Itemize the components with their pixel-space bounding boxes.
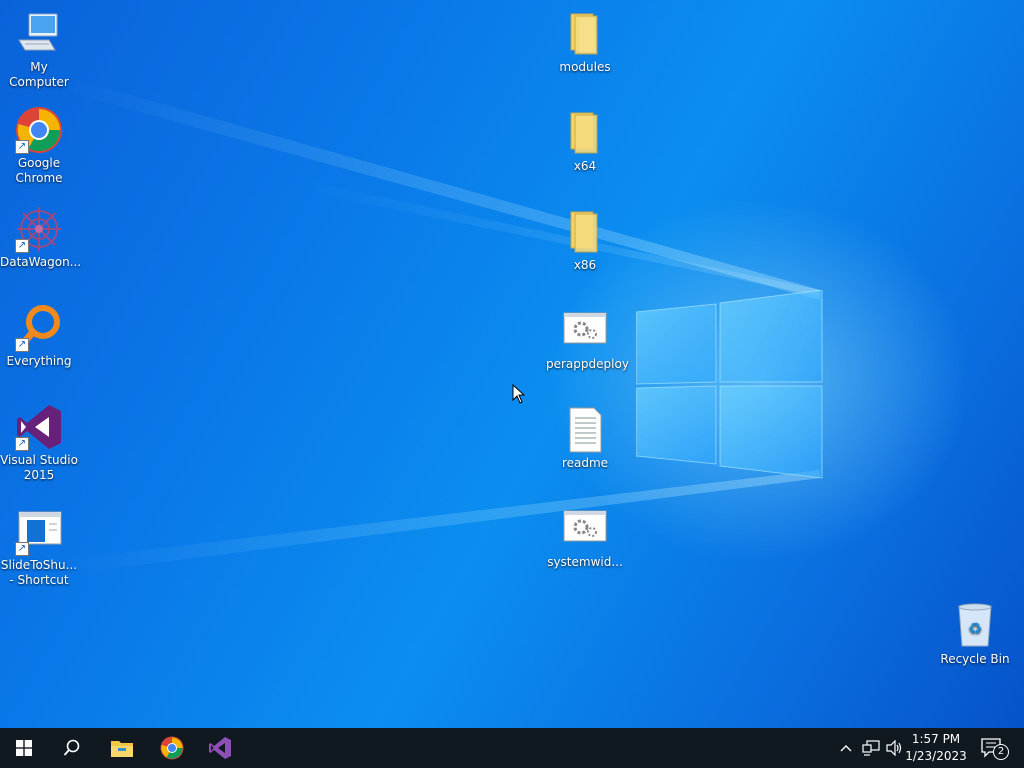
settings-file-icon [561,505,609,553]
recycle-bin-icon: ♻ [951,602,999,650]
desktop-icon-datawagon[interactable]: ↗ DataWagon... [0,205,82,270]
shortcut-arrow-icon: ↗ [15,338,29,352]
desktop-icon-label: SlideToShu... - Shortcut [0,558,78,587]
taskbar-file-explorer[interactable] [98,728,146,768]
visual-studio-icon [209,737,231,759]
network-icon [862,740,880,756]
shortcut-arrow-icon: ↗ [15,239,29,253]
desktop-icon-my-computer[interactable]: My Computer [0,10,78,90]
windows-start-icon [16,740,32,756]
svg-text:♻: ♻ [968,619,982,638]
desktop-icon-visual-studio-2015[interactable]: ↗ Visual Studio 2015 [0,403,78,483]
taskbar: 1:57 PM 1/23/2023 2 [0,728,1024,768]
notification-count-badge: 2 [993,744,1009,760]
file-explorer-icon [111,741,133,757]
settings-file-icon [561,307,609,355]
desktop-icon-label: x86 [573,258,597,272]
desktop-icon-label: Everything [6,354,72,368]
text-file-icon [561,406,609,454]
shortcut-arrow-icon: ↗ [15,140,29,154]
speaker-icon [886,740,902,756]
desktop-icon-systemwide[interactable]: systemwid... [546,505,624,570]
desktop-icon-label: x64 [573,159,597,173]
desktop-icon-x64-folder[interactable]: x64 [546,109,624,174]
desktop-icon-slidetoshutdown[interactable]: ↗ SlideToShu... - Shortcut [0,508,78,588]
desktop-icon-label: modules [559,60,611,74]
clock-time: 1:57 PM [911,732,961,746]
desktop-icon-label: Visual Studio 2015 [0,453,78,482]
windows-logo-wallpaper [636,290,823,479]
folder-icon [561,109,609,157]
desktop-icon-label: Google Chrome [15,156,63,185]
chevron-up-icon [840,745,852,752]
desktop-icon-readme[interactable]: readme [546,406,624,471]
datawagon-icon: ↗ [15,205,63,253]
show-hidden-icons-button[interactable] [836,728,856,768]
start-button[interactable] [0,728,48,768]
desktop-icon-label: Recycle Bin [940,652,1010,666]
everything-search-icon: ↗ [15,304,63,352]
visual-studio-icon: ↗ [15,403,63,451]
search-button[interactable] [48,728,96,768]
desktop-icon-perappdeploy[interactable]: perappdeploy [546,307,629,372]
chrome-icon: ↗ [15,106,63,154]
wallpaper-light-beams [60,75,820,575]
desktop-icon-label: perappdeploy [546,357,629,371]
folder-icon [561,10,609,58]
slidetoshutdown-icon: ↗ [15,508,63,556]
taskbar-clock[interactable]: 1:57 PM 1/23/2023 [904,731,968,765]
taskbar-visual-studio[interactable] [196,728,244,768]
mouse-cursor-icon [512,384,526,404]
desktop-icon-modules-folder[interactable]: modules [546,10,624,75]
clock-date: 1/23/2023 [905,749,967,763]
desktop-icon-label: My Computer [9,60,69,89]
shortcut-arrow-icon: ↗ [15,542,29,556]
computer-icon [15,10,63,58]
taskbar-google-chrome[interactable] [148,728,196,768]
desktop-icon-label: systemwid... [547,555,623,569]
network-button[interactable] [860,728,882,768]
search-icon [63,739,80,756]
desktop-icon-recycle-bin[interactable]: ♻ Recycle Bin [936,602,1014,667]
desktop[interactable]: My Computer ↗ Google Chrome ↗ DataWagon.… [0,0,1024,728]
desktop-icon-everything[interactable]: ↗ Everything [0,304,78,369]
chrome-icon [160,736,184,760]
action-center-button[interactable]: 2 [976,728,1012,768]
desktop-icon-label: readme [561,456,609,470]
folder-icon [561,208,609,256]
desktop-icon-x86-folder[interactable]: x86 [546,208,624,273]
volume-button[interactable] [884,728,906,768]
shortcut-arrow-icon: ↗ [15,437,29,451]
desktop-icon-google-chrome[interactable]: ↗ Google Chrome [0,106,78,186]
desktop-icon-label: DataWagon... [0,255,82,269]
